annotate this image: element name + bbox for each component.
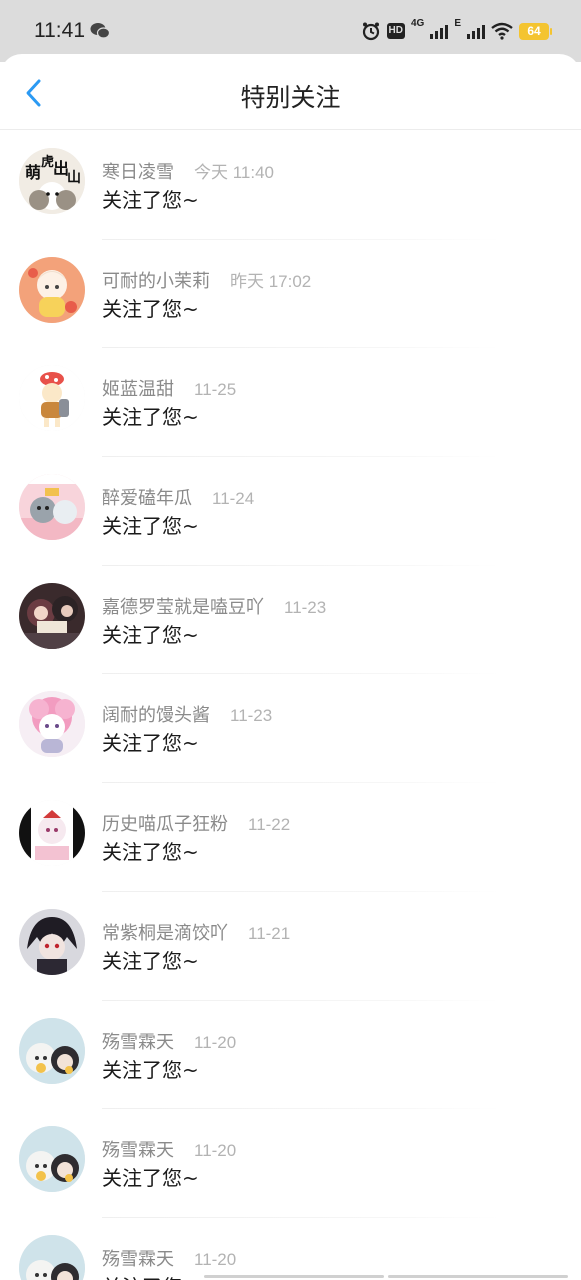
battery-indicator: 64 <box>519 22 552 40</box>
follow-time: 11-25 <box>194 380 237 400</box>
user-nickname[interactable]: 殇雪霖天 <box>102 1136 174 1162</box>
list-item[interactable]: 醉爱磕年瓜 11-24 关注了您~ <box>0 457 581 566</box>
user-nickname[interactable]: 醉爱磕年瓜 <box>102 484 192 510</box>
list-item[interactable]: 可耐的小茉莉 昨天 17:02 关注了您~ <box>0 240 581 349</box>
follow-message: 关注了您~ <box>102 405 199 430</box>
signal-bars-icon-2 <box>467 23 485 39</box>
user-nickname[interactable]: 历史喵瓜子狂粉 <box>102 810 228 836</box>
network-label-4g: 4G <box>410 18 425 29</box>
avatar[interactable] <box>19 474 85 541</box>
screen: 11:41 HD 4G E 64 特别关注 萌 出 虎 山 寒日凌雪 今天 11… <box>0 0 581 1280</box>
follow-message: 关注了您~ <box>102 1166 199 1191</box>
user-nickname[interactable]: 殇雪霖天 <box>102 1028 174 1054</box>
list-item[interactable]: 萌出虎山寒日凌雪 今天 11:40 关注了您~ <box>0 131 581 240</box>
item-meta: 殇雪霖天 11-20 <box>102 1136 236 1162</box>
item-meta: 醉爱磕年瓜 11-24 <box>102 484 254 510</box>
list-item[interactable]: 殇雪霖天 11-20 关注了您~ <box>0 1218 581 1280</box>
avatar[interactable] <box>19 691 85 758</box>
follow-time: 11-20 <box>194 1141 237 1161</box>
wifi-icon <box>491 22 513 40</box>
avatar[interactable] <box>19 800 85 867</box>
user-nickname[interactable]: 姬蓝温甜 <box>102 375 174 401</box>
follow-time: 11-20 <box>194 1249 237 1269</box>
avatar[interactable] <box>19 582 85 649</box>
follow-message: 关注了您~ <box>102 1271 199 1280</box>
signal-bars-icon <box>430 23 449 39</box>
list-item[interactable]: 殇雪霖天 11-20 关注了您~ <box>0 1001 581 1110</box>
status-icons: HD 4G E 64 <box>361 18 552 42</box>
avatar[interactable] <box>19 256 85 323</box>
item-meta: 常紫桐是滴饺吖 11-21 <box>102 919 290 945</box>
top-nav-bar: 特别关注 <box>0 54 581 130</box>
item-meta: 可耐的小茉莉 昨天 17:02 <box>102 267 311 293</box>
list-item[interactable]: 历史喵瓜子狂粉 11-22 关注了您~ <box>0 783 581 892</box>
avatar[interactable] <box>19 1234 85 1280</box>
special-follow-list: 萌出虎山寒日凌雪 今天 11:40 关注了您~ 可耐的小茉莉 昨天 17:02 关注了您~… <box>0 131 581 1280</box>
hd-badge: HD <box>386 23 405 39</box>
list-item[interactable]: 嘉德罗莹就是嗑豆吖 11-23 关注了您~ <box>0 566 581 675</box>
list-item[interactable]: 殇雪霖天 11-20 关注了您~ <box>0 1109 581 1218</box>
avatar[interactable]: 萌出虎山 <box>19 148 85 214</box>
scroll-indicator <box>200 1275 568 1278</box>
list-item[interactable]: 常紫桐是滴饺吖 11-21 关注了您~ <box>0 892 581 1001</box>
list-item[interactable]: 阔耐的馒头酱 11-23 关注了您~ <box>0 674 581 784</box>
avatar[interactable] <box>19 1017 85 1084</box>
user-nickname[interactable]: 可耐的小茉莉 <box>102 267 210 293</box>
follow-time: 11-20 <box>194 1032 237 1052</box>
status-time: 11:41 <box>34 19 85 42</box>
item-meta: 历史喵瓜子狂粉 11-22 <box>102 810 290 836</box>
follow-message: 关注了您~ <box>102 948 199 973</box>
follow-time: 昨天 17:02 <box>230 271 312 291</box>
follow-time: 11-24 <box>212 489 255 509</box>
item-meta: 殇雪霖天 11-20 <box>102 1028 236 1054</box>
user-nickname[interactable]: 常紫桐是滴饺吖 <box>102 919 228 945</box>
avatar[interactable] <box>19 365 85 432</box>
network-label-e: E <box>454 18 461 29</box>
svg-text:虎: 虎 <box>41 154 54 170</box>
avatar[interactable] <box>19 1126 85 1193</box>
svg-text:山: 山 <box>67 170 81 186</box>
wechat-icon <box>90 23 110 39</box>
item-meta: 姬蓝温甜 11-25 <box>102 375 236 401</box>
item-meta: 阔耐的馒头酱 11-23 <box>102 701 272 727</box>
follow-time: 11-23 <box>284 597 327 617</box>
follow-time: 11-21 <box>248 923 291 943</box>
user-nickname[interactable]: 阔耐的馒头酱 <box>102 701 210 727</box>
svg-text:萌: 萌 <box>25 163 41 182</box>
item-meta: 嘉德罗莹就是嗑豆吖 11-23 <box>102 593 326 619</box>
item-meta: 寒日凌雪 今天 11:40 <box>102 158 274 184</box>
user-nickname[interactable]: 殇雪霖天 <box>102 1245 174 1271</box>
follow-message: 关注了您~ <box>102 731 199 756</box>
user-nickname[interactable]: 嘉德罗莹就是嗑豆吖 <box>102 593 264 619</box>
list-item[interactable]: 姬蓝温甜 11-25 关注了您~ <box>0 348 581 458</box>
item-meta: 殇雪霖天 11-20 <box>102 1245 236 1271</box>
follow-message: 关注了您~ <box>102 514 199 539</box>
follow-message: 关注了您~ <box>102 622 199 647</box>
follow-message: 关注了您~ <box>102 840 199 865</box>
follow-time: 11-22 <box>248 815 291 835</box>
alarm-icon <box>362 22 379 41</box>
status-bar: 11:41 HD 4G E 64 <box>0 0 581 62</box>
follow-message: 关注了您~ <box>102 188 199 212</box>
follow-time: 11-23 <box>230 706 273 726</box>
page-title: 特别关注 <box>240 83 341 112</box>
follow-message: 关注了您~ <box>102 1057 199 1082</box>
avatar[interactable] <box>19 908 85 975</box>
follow-message: 关注了您~ <box>102 296 199 321</box>
user-nickname[interactable]: 寒日凌雪 <box>102 158 174 184</box>
follow-time: 今天 11:40 <box>194 163 275 182</box>
